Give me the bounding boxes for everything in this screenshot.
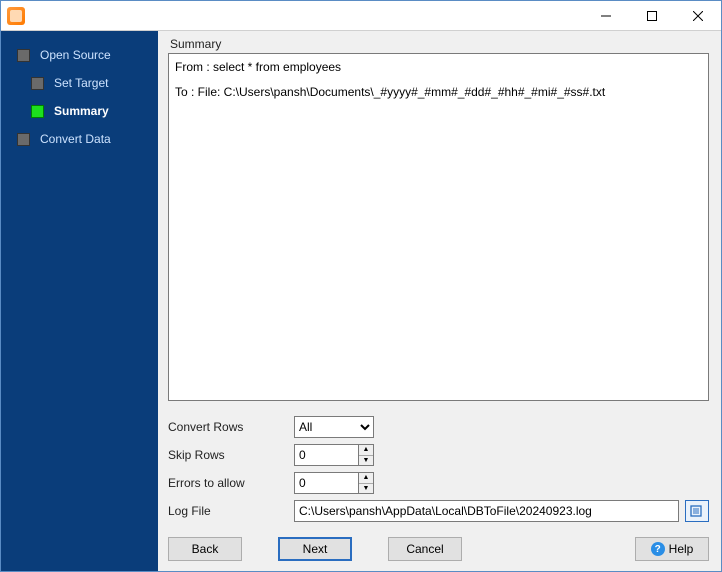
main-panel: Summary From : select * from employees T…	[158, 31, 721, 571]
wizard-window: Open Source Set Target Summary Convert D…	[0, 0, 722, 572]
log-file-browse-button[interactable]	[685, 500, 709, 522]
body: Open Source Set Target Summary Convert D…	[1, 31, 721, 571]
errors-allow-label: Errors to allow	[168, 476, 294, 490]
next-button[interactable]: Next	[278, 537, 352, 561]
help-icon: ?	[651, 542, 665, 556]
log-file-input[interactable]	[294, 500, 679, 522]
step-label: Open Source	[40, 48, 111, 62]
errors-allow-input[interactable]	[294, 472, 358, 494]
close-button[interactable]	[675, 1, 721, 31]
spin-up-icon[interactable]: ▲	[359, 473, 373, 484]
skip-rows-spinner[interactable]: ▲ ▼	[294, 444, 374, 466]
step-convert-data[interactable]: Convert Data	[1, 125, 158, 153]
errors-allow-spinner[interactable]: ▲ ▼	[294, 472, 374, 494]
close-icon	[693, 11, 703, 21]
help-label: Help	[669, 542, 694, 556]
skip-rows-input[interactable]	[294, 444, 358, 466]
cancel-button[interactable]: Cancel	[388, 537, 462, 561]
spin-down-icon[interactable]: ▼	[359, 456, 373, 466]
step-label: Set Target	[54, 76, 108, 90]
convert-rows-label: Convert Rows	[168, 420, 294, 434]
browse-icon	[690, 504, 704, 518]
log-file-label: Log File	[168, 504, 294, 518]
spin-up-icon[interactable]: ▲	[359, 445, 373, 456]
summary-to-line: To : File: C:\Users\pansh\Documents\_#yy…	[175, 83, 702, 102]
titlebar	[1, 1, 721, 31]
options-panel: Convert Rows All Skip Rows ▲ ▼	[168, 413, 709, 525]
maximize-button[interactable]	[629, 1, 675, 31]
step-marker-icon	[17, 49, 30, 62]
spin-down-icon[interactable]: ▼	[359, 484, 373, 494]
step-summary[interactable]: Summary	[1, 97, 158, 125]
convert-rows-select[interactable]: All	[294, 416, 374, 438]
wizard-steps-sidebar: Open Source Set Target Summary Convert D…	[1, 31, 158, 571]
step-open-source[interactable]: Open Source	[1, 41, 158, 69]
app-icon	[7, 7, 25, 25]
step-label: Convert Data	[40, 132, 111, 146]
wizard-footer: Back Next Cancel ? Help	[168, 525, 709, 561]
minimize-button[interactable]	[583, 1, 629, 31]
help-button[interactable]: ? Help	[635, 537, 709, 561]
step-marker-icon	[31, 105, 44, 118]
step-marker-icon	[31, 77, 44, 90]
maximize-icon	[647, 11, 657, 21]
step-marker-icon	[17, 133, 30, 146]
step-label: Summary	[54, 104, 109, 118]
summary-heading: Summary	[170, 37, 709, 51]
step-set-target[interactable]: Set Target	[1, 69, 158, 97]
minimize-icon	[601, 11, 611, 21]
summary-textarea[interactable]: From : select * from employees To : File…	[168, 53, 709, 401]
skip-rows-label: Skip Rows	[168, 448, 294, 462]
summary-from-line: From : select * from employees	[175, 58, 702, 77]
back-button[interactable]: Back	[168, 537, 242, 561]
